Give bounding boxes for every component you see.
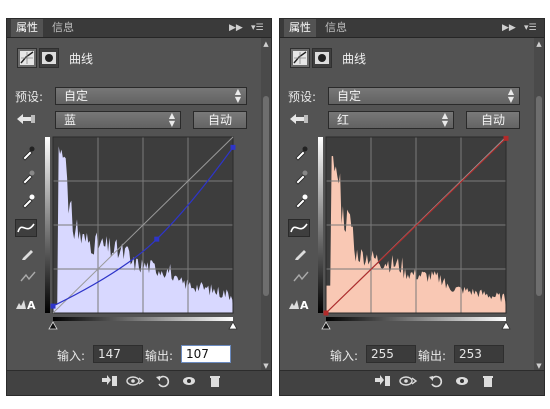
on-image-adjust-icon[interactable] xyxy=(15,111,37,129)
channel-select[interactable]: 蓝 ▲ ▼ xyxy=(55,111,181,129)
panel-tabbar: 属性 信息 ▶▶ ▾☰ xyxy=(7,19,271,38)
properties-panel-red: 属性 信息 ▶▶ ▾☰ 曲线 预设: 自定 ▲ ▼ 红 ▲ ▼ 自动 A 输入:… xyxy=(279,18,545,396)
curve-control-point xyxy=(154,236,160,242)
visibility-icon[interactable] xyxy=(452,374,472,392)
svg-text:A: A xyxy=(300,299,309,311)
tab-properties[interactable]: 属性 xyxy=(11,19,43,37)
panel-scrollbar[interactable]: ▲ ▼ xyxy=(261,38,271,372)
adjustment-title: 曲线 xyxy=(342,52,367,66)
scrollbar-thumb[interactable] xyxy=(536,96,542,296)
gray-eyedropper-icon[interactable] xyxy=(290,169,312,187)
output-label: 输出: xyxy=(145,349,174,363)
curve-points-tool-icon[interactable] xyxy=(288,219,310,237)
white-eyedropper-icon[interactable] xyxy=(290,193,312,211)
white-point-slider xyxy=(501,321,511,330)
input-field[interactable]: 255 xyxy=(366,345,416,363)
black-point-slider xyxy=(321,321,331,330)
panel-tabbar: 属性 信息 ▶▶ ▾☰ xyxy=(280,19,544,38)
white-point-slider xyxy=(228,321,238,330)
scroll-up-icon[interactable]: ▲ xyxy=(262,40,270,48)
smooth-curve-icon[interactable] xyxy=(17,269,39,287)
delete-icon[interactable] xyxy=(478,374,498,392)
collapse-icon[interactable]: ▶▶ xyxy=(502,19,516,37)
preset-value: 自定 xyxy=(64,89,89,103)
mask-icon[interactable] xyxy=(39,48,59,68)
channel-select[interactable]: 红 ▲ ▼ xyxy=(328,111,454,129)
pencil-icon[interactable] xyxy=(17,245,39,263)
preset-select[interactable]: 自定 ▲ ▼ xyxy=(55,87,247,105)
black-eyedropper-icon[interactable] xyxy=(290,145,312,163)
select-arrows-icon: ▲ ▼ xyxy=(168,111,175,128)
reset-icon[interactable] xyxy=(426,374,446,392)
channel-value: 红 xyxy=(337,113,350,127)
on-image-adjust-icon[interactable] xyxy=(288,111,310,129)
panel-menu-icon[interactable]: ▾☰ xyxy=(524,19,537,37)
input-gradient-bar xyxy=(53,317,233,321)
black-point-slider xyxy=(48,321,58,330)
curves-graph[interactable] xyxy=(318,135,514,331)
scroll-down-icon[interactable]: ▼ xyxy=(262,362,270,370)
panel-bottom-toolbar xyxy=(280,370,544,395)
view-previous-state-icon[interactable] xyxy=(125,374,145,392)
collapse-icon[interactable]: ▶▶ xyxy=(229,19,243,37)
panel-scrollbar[interactable]: ▲ ▼ xyxy=(534,38,544,372)
curves-graph[interactable] xyxy=(45,135,241,331)
properties-panel-blue: 属性 信息 ▶▶ ▾☰ 曲线 预设: 自定 ▲ ▼ 蓝 ▲ ▼ 自动 A 输入:… xyxy=(6,18,272,396)
tab-info[interactable]: 信息 xyxy=(47,19,79,37)
select-arrows-icon: ▲ ▼ xyxy=(234,87,241,104)
output-label: 输出: xyxy=(418,349,447,363)
curve-control-point xyxy=(230,144,236,150)
svg-text:A: A xyxy=(27,299,36,311)
output-field[interactable]: 107 xyxy=(181,345,231,363)
reset-icon[interactable] xyxy=(153,374,173,392)
white-eyedropper-icon[interactable] xyxy=(17,193,39,211)
select-arrows-icon: ▲ ▼ xyxy=(441,111,448,128)
output-gradient-bar xyxy=(318,137,323,313)
pencil-icon[interactable] xyxy=(290,245,312,263)
output-field[interactable]: 253 xyxy=(454,345,504,363)
curves-adjustment-icon[interactable] xyxy=(17,48,37,68)
preset-label: 预设: xyxy=(288,90,317,104)
input-field[interactable]: 147 xyxy=(93,345,143,363)
visibility-icon[interactable] xyxy=(179,374,199,392)
preset-select[interactable]: 自定 ▲ ▼ xyxy=(328,87,520,105)
scrollbar-thumb[interactable] xyxy=(263,96,269,296)
input-label: 输入: xyxy=(57,349,86,363)
black-eyedropper-icon[interactable] xyxy=(17,145,39,163)
curve-points-tool-icon[interactable] xyxy=(15,219,37,237)
curves-adjustment-icon[interactable] xyxy=(290,48,310,68)
curve-control-point xyxy=(503,135,509,141)
scroll-down-icon[interactable]: ▼ xyxy=(535,362,543,370)
auto-button[interactable]: 自动 xyxy=(466,111,520,129)
adjustment-title: 曲线 xyxy=(69,52,94,66)
smooth-curve-icon[interactable] xyxy=(290,269,312,287)
gray-eyedropper-icon[interactable] xyxy=(17,169,39,187)
tab-info[interactable]: 信息 xyxy=(320,19,352,37)
clip-to-layer-icon[interactable] xyxy=(99,374,119,392)
clip-to-layer-icon[interactable] xyxy=(372,374,392,392)
auto-button[interactable]: 自动 xyxy=(193,111,247,129)
view-previous-state-icon[interactable] xyxy=(398,374,418,392)
curve-control-point xyxy=(50,303,56,309)
input-label: 输入: xyxy=(330,349,359,363)
delete-icon[interactable] xyxy=(205,374,225,392)
output-gradient-bar xyxy=(45,137,50,313)
tab-properties[interactable]: 属性 xyxy=(284,19,316,37)
mask-icon[interactable] xyxy=(312,48,332,68)
input-gradient-bar xyxy=(326,317,506,321)
panel-bottom-toolbar xyxy=(7,370,271,395)
select-arrows-icon: ▲ ▼ xyxy=(507,87,514,104)
panel-menu-icon[interactable]: ▾☰ xyxy=(251,19,264,37)
clipping-warning-icon[interactable]: A xyxy=(288,295,310,313)
preset-value: 自定 xyxy=(337,89,362,103)
curve-control-point xyxy=(323,310,329,316)
channel-value: 蓝 xyxy=(64,113,77,127)
clipping-warning-icon[interactable]: A xyxy=(15,295,37,313)
scroll-up-icon[interactable]: ▲ xyxy=(535,40,543,48)
preset-label: 预设: xyxy=(15,90,44,104)
